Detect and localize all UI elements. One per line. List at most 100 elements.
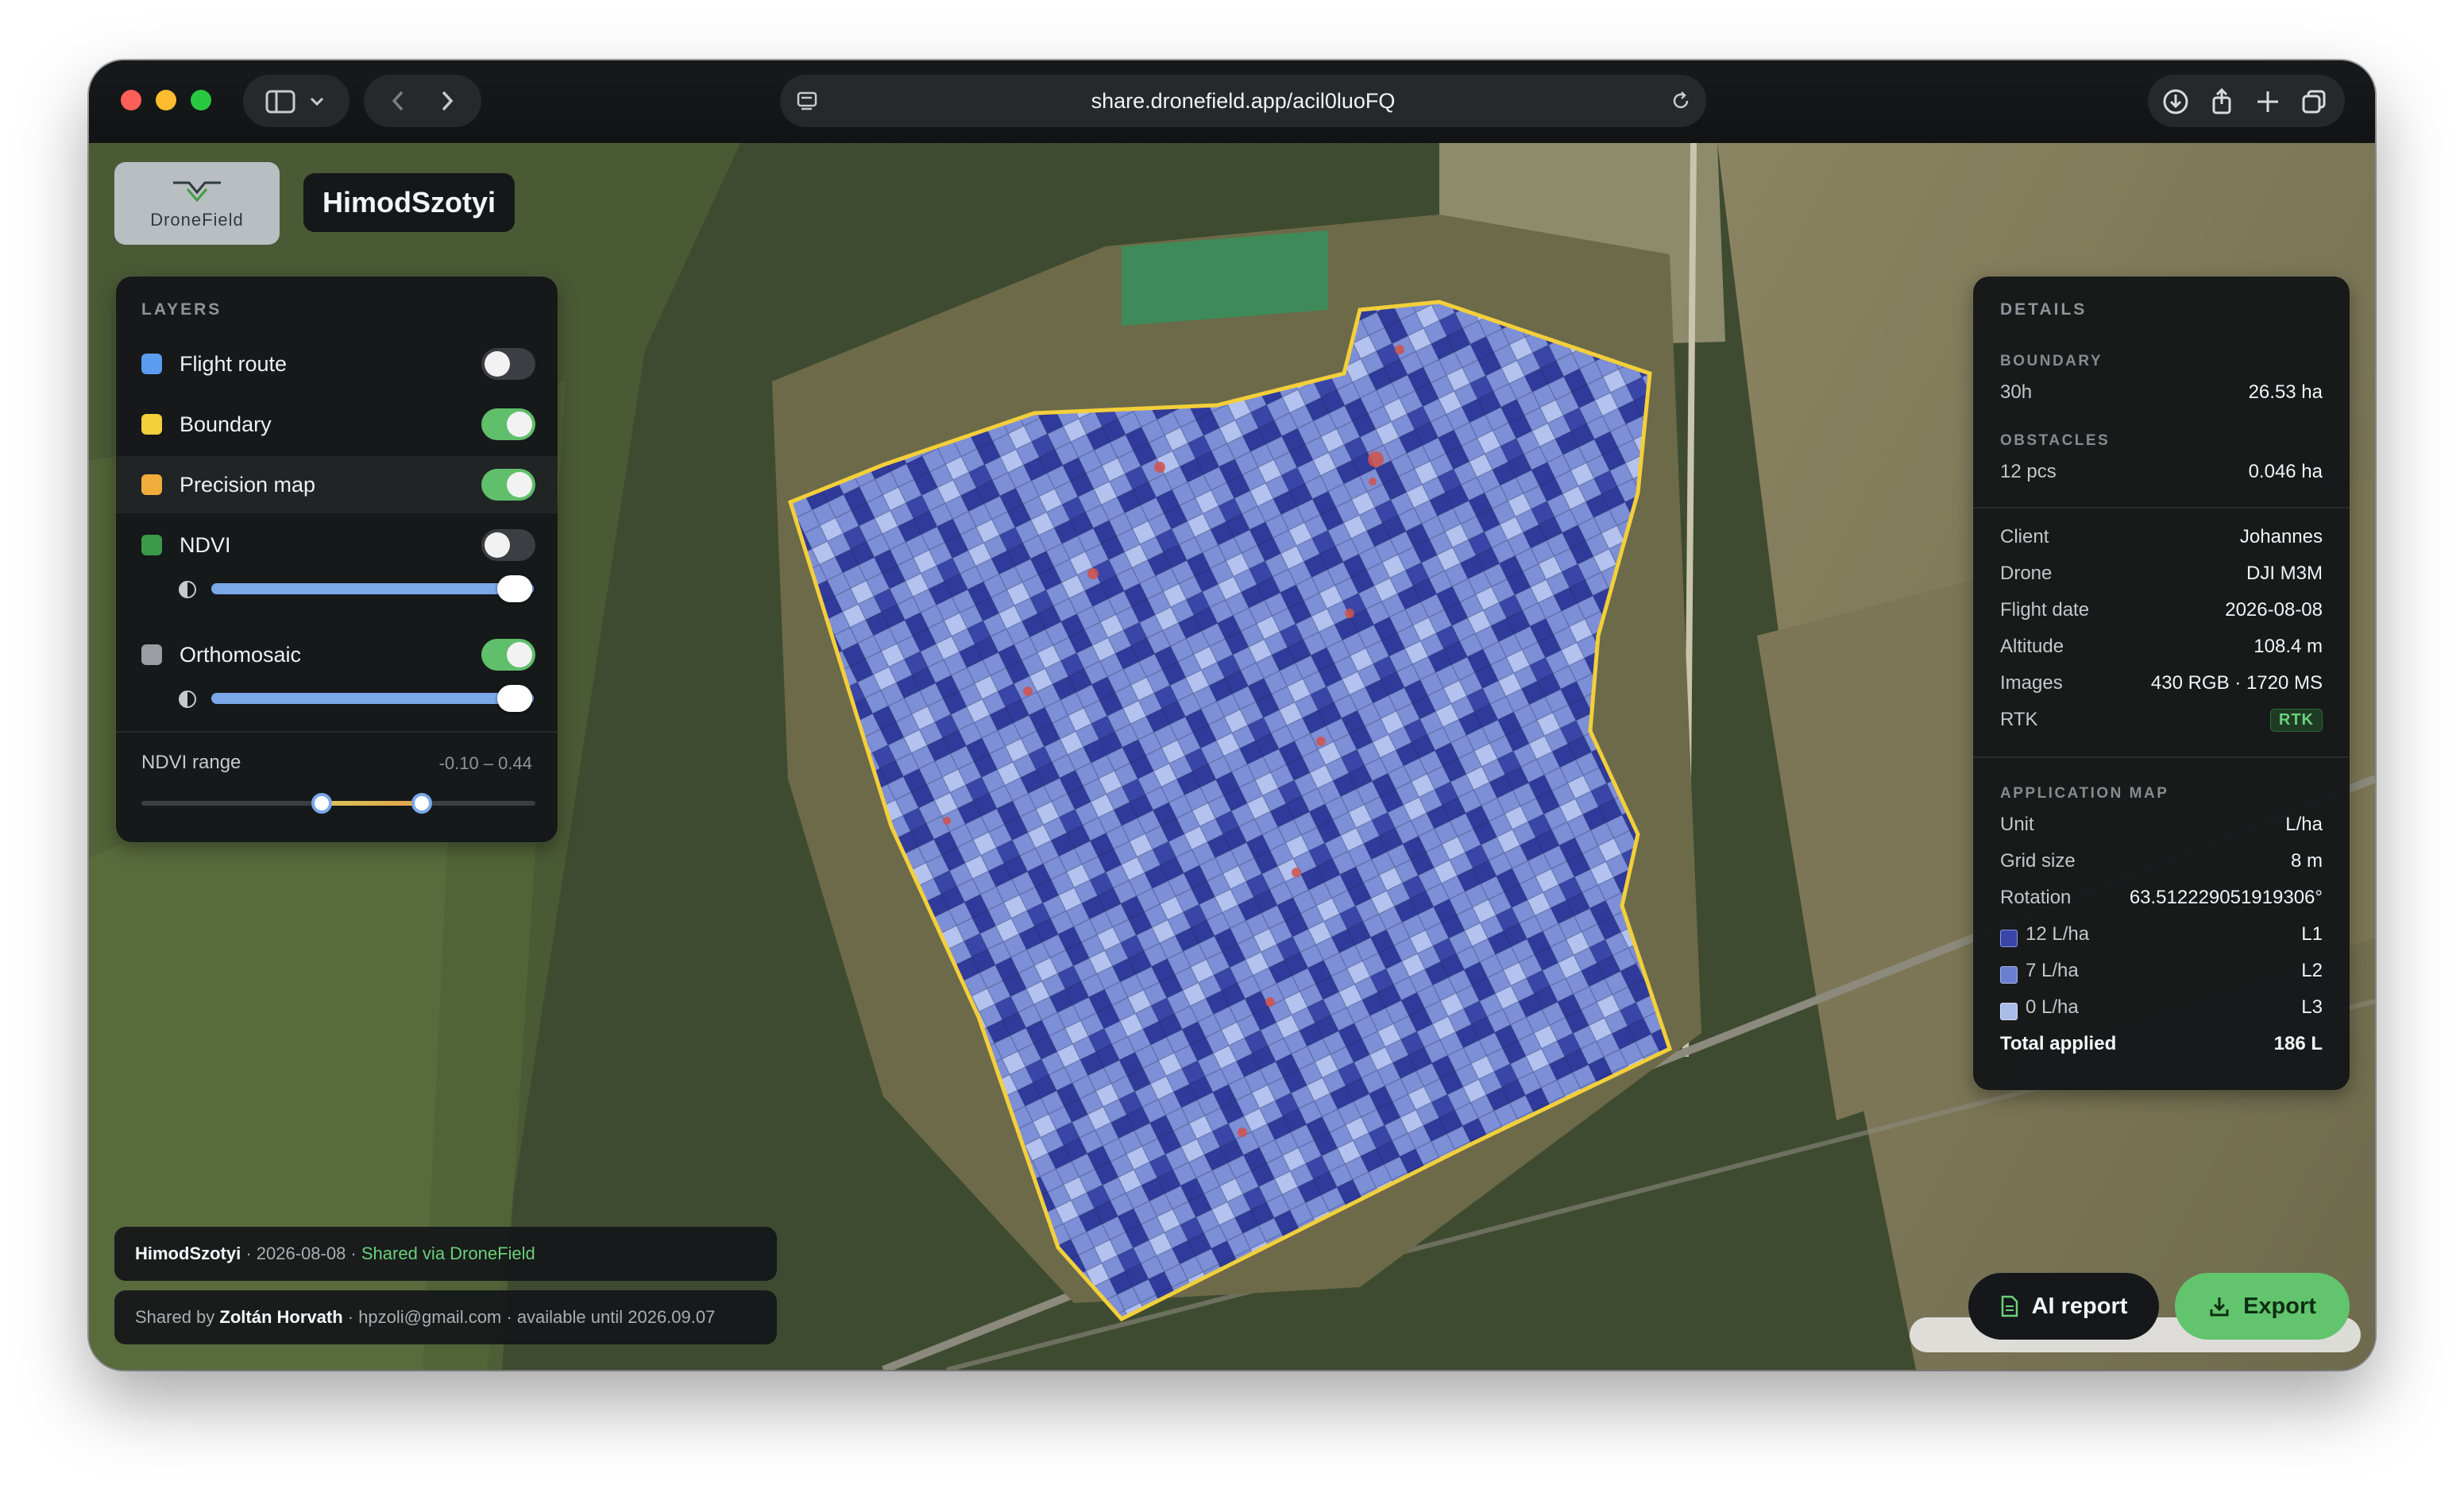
ndvi-opacity-slider[interactable] — [116, 574, 558, 605]
availability: available until 2026.09.07 — [516, 1307, 716, 1327]
detail-value: 2026-08-08 — [2225, 599, 2323, 621]
zoom-window-button[interactable] — [191, 90, 211, 110]
back-icon[interactable] — [392, 91, 404, 111]
minimize-window-button[interactable] — [156, 90, 176, 110]
new-tab-icon[interactable] — [2253, 87, 2283, 117]
detail-key: Client — [2000, 526, 2049, 547]
ai-report-label: AI report — [2031, 1293, 2128, 1319]
tab-overview-icon[interactable] — [2299, 87, 2329, 117]
reload-icon[interactable] — [1670, 90, 1692, 112]
legend-row-l1: 12 L/ha L1 — [2000, 923, 2323, 952]
sidebar-toggle-button[interactable] — [243, 75, 350, 127]
detail-row-altitude: Altitude 108.4 m — [2000, 636, 2323, 664]
detail-key: RTK — [2000, 709, 2038, 730]
ndvi-range-max-handle[interactable] — [411, 793, 432, 814]
slider-track[interactable] — [211, 583, 534, 594]
boundary-toggle[interactable] — [481, 408, 535, 440]
forward-icon[interactable] — [442, 91, 454, 111]
details-panel: DETAILS BOUNDARY 30h 26.53 ha OBSTACLES … — [1973, 277, 2350, 1090]
application-map-heading: APPLICATION MAP — [2000, 785, 2169, 802]
detail-row-images: Images 430 RGB · 1720 MS — [2000, 672, 2323, 701]
orthomosaic-opacity-slider[interactable] — [116, 683, 558, 715]
layer-row-ndvi[interactable]: NDVI — [116, 516, 558, 574]
history-nav — [364, 75, 481, 127]
flight-route-swatch — [141, 354, 162, 374]
detail-row-client: Client Johannes — [2000, 526, 2323, 555]
orthomosaic-swatch — [141, 644, 162, 665]
browser-toolbar: share.dronefield.app/acil0luoFQ — [89, 60, 2375, 143]
layer-row-precision-map[interactable]: Precision map — [116, 456, 558, 513]
rtk-badge: RTK — [2269, 709, 2323, 732]
obstacles-heading: OBSTACLES — [2000, 432, 2111, 449]
share-icon[interactable] — [2207, 87, 2237, 117]
legend-key: 0 L/ha — [2026, 996, 2079, 1018]
detail-value: DJI M3M — [2246, 563, 2323, 584]
app-logo[interactable]: DroneField — [114, 162, 280, 245]
detail-key: Total applied — [2000, 1033, 2117, 1054]
layer-label: NDVI — [180, 532, 231, 557]
legend-row-l2: 7 L/ha L2 — [2000, 960, 2323, 988]
slider-track[interactable] — [211, 693, 534, 704]
orthomosaic-toggle[interactable] — [481, 639, 535, 671]
boundary-name: 30h — [2000, 381, 2033, 403]
boundary-row: 30h 26.53 ha — [2000, 381, 2323, 410]
contrast-icon — [179, 581, 196, 598]
slider-handle[interactable] — [497, 685, 532, 712]
toolbar-actions — [2148, 75, 2345, 127]
address-bar[interactable]: share.dronefield.app/acil0luoFQ — [780, 75, 1706, 127]
download-icon — [2210, 1298, 2229, 1317]
layer-label: Orthomosaic — [180, 642, 302, 667]
layer-label: Precision map — [180, 472, 316, 497]
detail-value: 63.512229051919306° — [2129, 887, 2323, 908]
layer-label: Boundary — [180, 412, 272, 436]
field-title: HimodSzotyi — [303, 173, 516, 232]
shared-via-link[interactable]: Shared via DroneField — [361, 1243, 535, 1264]
precision-map-swatch — [141, 474, 162, 495]
detail-value: Johannes — [2239, 526, 2323, 547]
detail-key: Rotation — [2000, 887, 2072, 908]
detail-row-flight-date: Flight date 2026-08-08 — [2000, 599, 2323, 628]
shared-by-email: · hpzoli@gmail.com · — [342, 1307, 517, 1327]
export-button[interactable]: Export — [2175, 1273, 2350, 1340]
legend-value: L3 — [2301, 996, 2323, 1018]
browser-window: share.dronefield.app/acil0luoFQ DroneFie… — [89, 60, 2375, 1370]
layer-row-boundary[interactable]: Boundary — [116, 396, 558, 453]
ndvi-toggle[interactable] — [481, 529, 535, 561]
flight-route-toggle[interactable] — [481, 348, 535, 380]
detail-value: 108.4 m — [2254, 636, 2323, 657]
detail-key: Altitude — [2000, 636, 2064, 657]
ndvi-range-min-handle[interactable] — [311, 793, 332, 814]
export-label: Export — [2243, 1293, 2316, 1319]
detail-key: Drone — [2000, 563, 2053, 584]
detail-key: Images — [2000, 672, 2063, 694]
slider-handle[interactable] — [497, 575, 532, 602]
downloads-icon[interactable] — [2161, 87, 2191, 117]
divider — [116, 731, 558, 733]
ai-report-button[interactable]: AI report — [1968, 1273, 2159, 1340]
ndvi-range-value: -0.10 – 0.44 — [438, 753, 532, 773]
layer-row-orthomosaic[interactable]: Orthomosaic — [116, 626, 558, 683]
detail-row-drone: Drone DJI M3M — [2000, 563, 2323, 591]
detail-key: Flight date — [2000, 599, 2090, 621]
layer-row-flight-route[interactable]: Flight route — [116, 335, 558, 393]
legend-swatch — [2000, 930, 2018, 947]
sidebar-icon — [265, 90, 324, 114]
page-settings-icon[interactable] — [796, 90, 818, 112]
boundary-area: 26.53 ha — [2248, 381, 2323, 403]
ndvi-range-fill — [321, 801, 421, 806]
close-window-button[interactable] — [121, 90, 141, 110]
legend-swatch — [2000, 1003, 2018, 1020]
legend-value: L1 — [2301, 923, 2323, 945]
app-row-unit: Unit L/ha — [2000, 814, 2323, 842]
contrast-icon — [179, 690, 196, 708]
app-row-rotation: Rotation 63.512229051919306° — [2000, 887, 2323, 915]
precision-map-toggle[interactable] — [481, 469, 535, 501]
ndvi-swatch — [141, 535, 162, 555]
divider — [1973, 507, 2350, 509]
detail-row-rtk: RTK RTK — [2000, 709, 2323, 737]
logo-text: DroneField — [150, 210, 244, 230]
drone-logo-icon — [173, 181, 221, 203]
shared-by-prefix: Shared by — [135, 1307, 220, 1327]
detail-value: L/ha — [2285, 814, 2323, 835]
legend-key: 7 L/ha — [2026, 960, 2079, 981]
